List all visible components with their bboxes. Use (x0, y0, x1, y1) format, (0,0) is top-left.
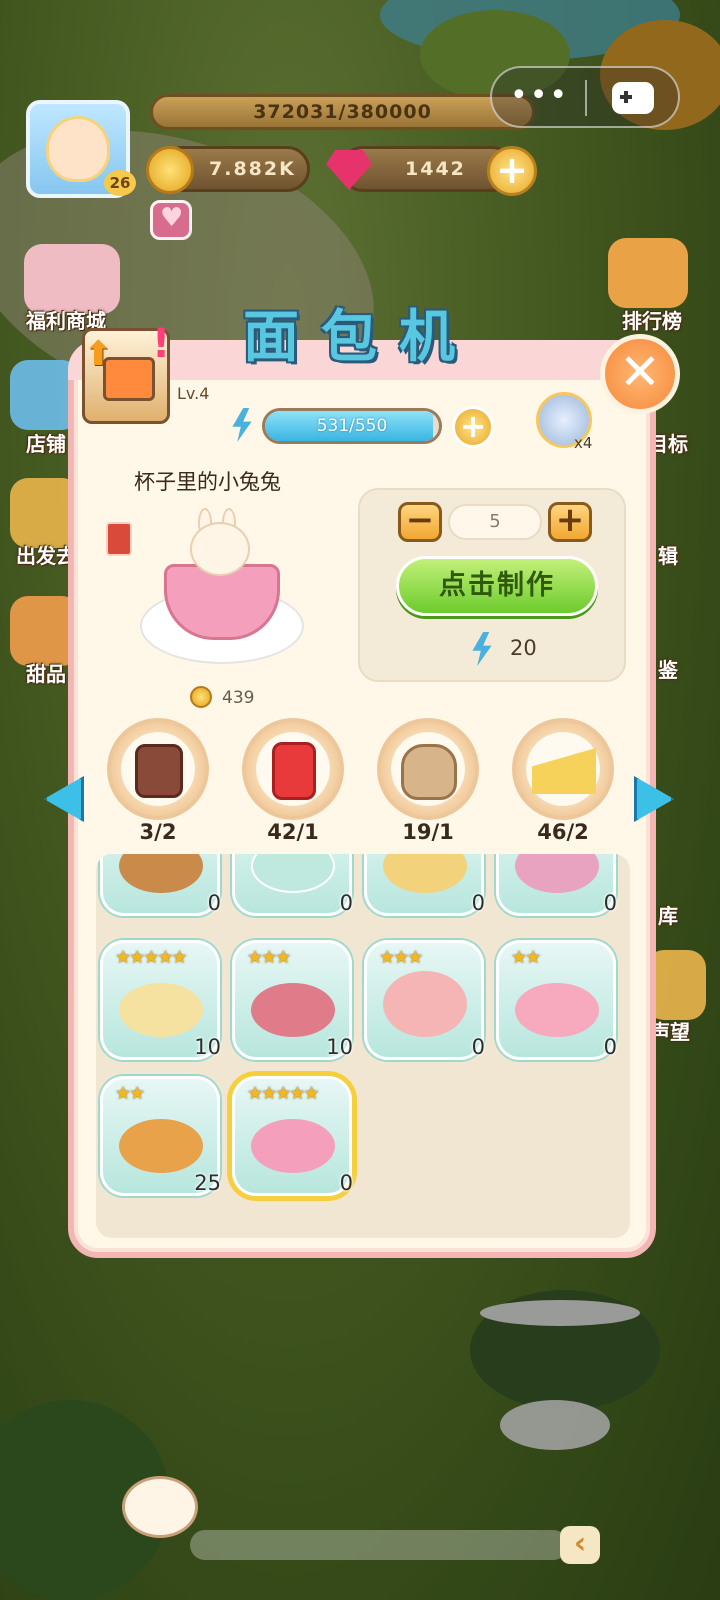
bunny-cup-dish-image (140, 508, 308, 678)
energy-bar: 531/550 (262, 408, 442, 444)
helper-count: x4 (574, 434, 593, 452)
recipe-name: 杯子里的小兔兔 (134, 470, 281, 494)
recipe-price: 439 (222, 688, 255, 708)
chat-bar[interactable] (190, 1530, 568, 1560)
ingredient-count: 42/1 (267, 820, 319, 844)
side-label-leaderboard[interactable]: 排行榜 (622, 305, 682, 334)
food-icon (383, 854, 467, 893)
product-count: 0 (207, 891, 221, 915)
product-count: 0 (471, 891, 485, 915)
add-energy-button[interactable]: + (452, 406, 494, 448)
xp-bar: 372031/380000 (150, 94, 535, 130)
product-count: 0 (339, 891, 353, 915)
food-icon (251, 983, 335, 1037)
gamepad-icon[interactable] (612, 82, 654, 114)
energy-text: 531/550 (316, 416, 388, 436)
quantity-field[interactable]: 5 (448, 504, 542, 540)
food-icon (515, 854, 599, 893)
chat-collapse-arrow-icon[interactable]: ‹ (560, 1526, 600, 1564)
product-blueberry-tart[interactable]: 0 (364, 854, 485, 916)
food-icon (119, 983, 203, 1037)
cheese-icon (532, 748, 596, 794)
product-count: 10 (194, 1035, 221, 1059)
capsule-divider (585, 80, 587, 116)
ingredient-count: 46/2 (537, 820, 589, 844)
avatar-face (46, 116, 110, 182)
recipe-book-icon[interactable] (106, 522, 132, 556)
energy-cost: 20 (510, 636, 537, 660)
welfare-shop-icon[interactable] (24, 244, 120, 314)
food-icon (119, 1119, 203, 1173)
product-bunny-cup[interactable]: ★★★★★ 0 (232, 1076, 353, 1196)
product-stars: ★★★★★ (247, 1083, 320, 1104)
product-mint-cake[interactable]: 0 (232, 854, 353, 916)
ingredient-flour-sack[interactable] (377, 718, 479, 820)
upgrade-arrow-icon[interactable]: ⬆ (84, 336, 114, 372)
product-strawberry-pudding[interactable]: ★★ 0 (496, 940, 617, 1060)
product-count: 0 (603, 1035, 617, 1059)
side-label-album[interactable]: 辑 (658, 540, 678, 569)
product-count: 0 (603, 891, 617, 915)
coin-icon (146, 146, 194, 194)
jam-jar-icon (135, 744, 183, 798)
ingredient-jam-jar[interactable] (107, 718, 209, 820)
side-label-dessert[interactable]: 甜品 (26, 658, 66, 687)
ingredient-cheese[interactable] (512, 718, 614, 820)
product-stars: ★★★ (379, 947, 423, 968)
machine-level: Lv.4 (177, 384, 210, 403)
side-label-storage[interactable]: 库 (658, 900, 678, 929)
food-icon (515, 983, 599, 1037)
mini-program-capsule: ••• (490, 66, 680, 128)
side-label-depart[interactable]: 出发去 (16, 540, 76, 569)
product-count: 10 (326, 1035, 353, 1059)
product-grid: 0 0 0 0 ★★★★★ 10 ★★★ 10 ★★★ 0 ★★ 0 ★★ 25 (96, 854, 630, 1238)
food-icon (251, 1119, 335, 1173)
product-stars: ★★ (511, 947, 541, 968)
alert-icon: ! (152, 321, 171, 367)
side-label-reputation[interactable]: 声望 (650, 1016, 690, 1045)
food-icon (119, 854, 203, 893)
close-button[interactable]: ✕ (600, 334, 680, 414)
bunny-head (190, 522, 250, 576)
product-count: 0 (339, 1171, 353, 1195)
product-waffles[interactable]: ★★ 25 (100, 1076, 221, 1196)
side-label-shop[interactable]: 店铺 (26, 428, 66, 457)
chat-bubble-icon[interactable] (122, 1476, 198, 1538)
food-icon (383, 971, 467, 1037)
strawberry-jam-icon (272, 742, 316, 800)
side-label-handbook[interactable]: 鉴 (658, 654, 678, 683)
leaderboard-icon[interactable] (608, 238, 688, 308)
product-count: 0 (471, 1035, 485, 1059)
product-stars: ★★★ (247, 947, 291, 968)
panel-title: 面包机 (243, 305, 477, 370)
ingredient-count: 3/2 (139, 820, 177, 844)
product-count: 25 (194, 1171, 221, 1195)
product-cake-stand[interactable]: ★★★ 10 (232, 940, 353, 1060)
heart-button[interactable] (150, 200, 192, 240)
more-icon[interactable]: ••• (510, 81, 569, 111)
product-berry-roll[interactable]: 0 (496, 854, 617, 916)
product-bunny-cookies[interactable]: ★★★★★ 10 (100, 940, 221, 1060)
make-button[interactable]: 点击制作 (396, 556, 598, 616)
flour-sack-icon (401, 744, 457, 800)
ingredient-strawberry-jam[interactable] (242, 718, 344, 820)
product-stars: ★★★★★ (115, 947, 188, 968)
product-bread-loaves[interactable]: 0 (100, 854, 221, 916)
decrease-quantity-button[interactable]: − (398, 502, 442, 542)
player-level-badge: 26 (104, 170, 136, 196)
product-macaron-tower[interactable]: ★★★ 0 (364, 940, 485, 1060)
price-coin-icon (190, 686, 212, 708)
add-gems-button[interactable]: + (487, 146, 537, 196)
ingredient-count: 19/1 (402, 820, 454, 844)
increase-quantity-button[interactable]: + (548, 502, 592, 542)
food-icon (251, 854, 335, 893)
product-stars: ★★ (115, 1083, 145, 1104)
